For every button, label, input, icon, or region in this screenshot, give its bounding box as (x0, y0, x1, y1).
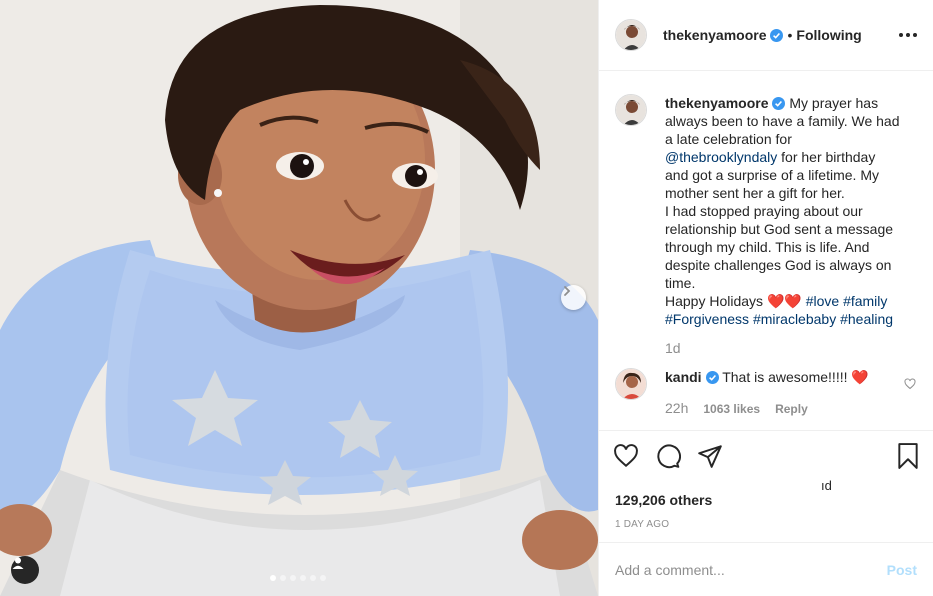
comment-input[interactable] (615, 561, 887, 578)
verified-badge-icon (705, 371, 719, 384)
caption-text: a late celebration for (665, 131, 792, 147)
carousel-dot (270, 575, 276, 581)
next-slide-button[interactable] (561, 285, 586, 310)
caption-text: for her birthday (777, 149, 876, 165)
avatar-image (616, 369, 646, 399)
hashtag-link[interactable]: #Forgiveness (665, 311, 749, 327)
carousel-dot (320, 575, 326, 581)
comment-like-count[interactable]: 1063 likes (703, 402, 760, 416)
comment-composer: Post (599, 542, 933, 596)
hashtag-link[interactable]: #love (806, 293, 839, 309)
more-options-icon (906, 33, 910, 37)
verified-badge-icon (772, 97, 786, 110)
more-options-icon (899, 33, 903, 37)
heart-icon (904, 378, 916, 390)
caption-text: Happy Holidays (665, 293, 767, 309)
chevron-right-icon (564, 286, 571, 296)
verified-badge-icon (770, 28, 784, 42)
post-header: thekenyamoore • Following (599, 0, 933, 71)
user-tag-icon (12, 557, 24, 569)
comment-timestamp[interactable]: 22h (665, 400, 688, 416)
like-button[interactable] (613, 443, 639, 469)
share-icon (698, 444, 722, 468)
commenter-avatar[interactable] (615, 368, 647, 400)
comment-button[interactable] (655, 443, 681, 469)
header-user: thekenyamoore • Following (663, 27, 862, 43)
comment-meta: 22h 1063 likes Reply (665, 400, 918, 416)
photo-illustration (0, 0, 598, 596)
hashtag-link[interactable]: #miraclebaby (753, 311, 836, 327)
carousel-dot (290, 575, 296, 581)
comment-text: That is awesome!!!!! (722, 369, 848, 385)
author-username[interactable]: thekenyamoore (663, 27, 766, 43)
liked-by-fragment: ıd (821, 478, 832, 493)
commenter-username[interactable]: kandi (665, 369, 702, 385)
post-caption: thekenyamoore My prayer has always been … (665, 94, 918, 328)
caption-text: despite challenges God is always on (665, 257, 892, 273)
tagged-users-button[interactable] (11, 556, 39, 584)
comment-icon (657, 444, 681, 468)
author-avatar[interactable] (615, 19, 647, 51)
comment-item: kandi That is awesome!!!!! ❤️ 22h 1063 l… (615, 368, 918, 416)
reply-button[interactable]: Reply (775, 402, 808, 416)
avatar-image (616, 95, 646, 125)
post-photo[interactable] (0, 0, 598, 596)
hashtag-link[interactable]: #family (843, 293, 887, 309)
caption-text: time. (665, 275, 696, 291)
hashtag-link[interactable]: #healing (840, 311, 893, 327)
header-separator: • (787, 27, 793, 43)
heart-emoji: ❤️❤️ (766, 293, 806, 309)
post-comment-button[interactable]: Post (887, 562, 917, 578)
carousel-dot (310, 575, 316, 581)
save-button[interactable] (897, 442, 919, 469)
carousel-indicators (270, 575, 326, 581)
heart-emoji: ❤️ (851, 369, 869, 385)
bookmark-icon (898, 442, 918, 469)
caption-text: mother sent her a gift for her. (665, 185, 845, 201)
caption-timestamp[interactable]: 1d (665, 340, 918, 356)
caption-username[interactable]: thekenyamoore (665, 95, 768, 111)
caption-text: relationship but God sent a message (665, 221, 894, 237)
post-actions (599, 430, 933, 480)
caption-text: always been to have a family. We had (665, 113, 900, 129)
following-button[interactable]: Following (796, 27, 861, 43)
post-date[interactable]: 1 DAY AGO (615, 519, 669, 530)
comment-like-button[interactable] (904, 377, 916, 393)
post-side-panel: thekenyamoore • Following thekenyamoore (598, 0, 933, 596)
caption-text: I had stopped praying about our (665, 203, 863, 219)
more-options-icon (913, 33, 917, 37)
mention-link[interactable]: @thebrooklyndaly (665, 149, 777, 165)
heart-icon (614, 443, 638, 467)
comment-body: kandi That is awesome!!!!! ❤️ (665, 368, 918, 386)
like-count[interactable]: 129,206 others (615, 492, 712, 508)
caption-text: through my child. This is life. And (665, 239, 870, 255)
comments-list: thekenyamoore My prayer has always been … (615, 94, 918, 416)
avatar-image (616, 20, 646, 50)
caption-author-avatar[interactable] (615, 94, 647, 126)
more-options-button[interactable] (899, 33, 917, 37)
caption-text: My prayer has (789, 95, 879, 111)
share-button[interactable] (697, 443, 723, 469)
carousel-dot (280, 575, 286, 581)
carousel-dot (300, 575, 306, 581)
caption-text: and got a surprise of a lifetime. My (665, 167, 879, 183)
